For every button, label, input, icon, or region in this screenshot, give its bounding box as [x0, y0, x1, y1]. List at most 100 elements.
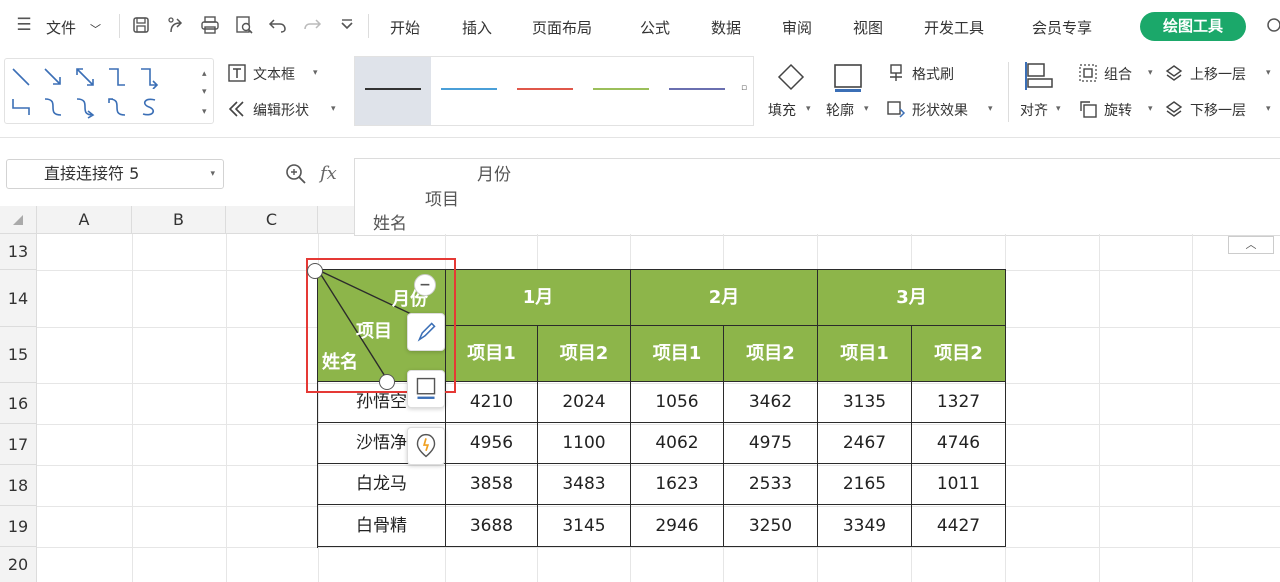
- month-header-2[interactable]: 2月: [631, 270, 818, 326]
- group-button[interactable]: 组合: [1104, 64, 1132, 84]
- value-cell[interactable]: 3250: [724, 505, 818, 547]
- elbow-double-arrow-icon[interactable]: [9, 95, 33, 119]
- redo-icon[interactable]: [302, 15, 322, 35]
- chevron-down-icon[interactable]: ▾: [1266, 104, 1271, 114]
- file-menu[interactable]: 文件: [46, 17, 76, 38]
- line-style-red[interactable]: [507, 57, 583, 125]
- chevron-down-icon[interactable]: ▾: [1148, 104, 1153, 114]
- chevron-down-icon[interactable]: ▾: [1148, 68, 1153, 78]
- textbox-icon[interactable]: [227, 63, 247, 83]
- row-header-20[interactable]: 20: [0, 547, 37, 582]
- print-preview-icon[interactable]: [234, 15, 254, 35]
- column-header-a[interactable]: A: [37, 206, 132, 234]
- value-cell[interactable]: 3858: [446, 464, 538, 505]
- hamburger-menu-icon[interactable]: ☰: [14, 15, 34, 35]
- month-header-3[interactable]: 3月: [818, 270, 1006, 326]
- value-cell[interactable]: 1011: [912, 464, 1006, 505]
- value-cell[interactable]: 3349: [818, 505, 912, 547]
- tab-member[interactable]: 会员专享: [1032, 17, 1092, 38]
- fill-icon[interactable]: [776, 62, 806, 92]
- outline-icon[interactable]: [832, 62, 864, 94]
- connector-gallery[interactable]: ▴ ▾ ▾: [4, 58, 214, 124]
- format-painter-icon[interactable]: [886, 63, 906, 83]
- name-cell[interactable]: 白龙马: [318, 464, 446, 505]
- bring-forward-icon[interactable]: [1164, 63, 1184, 83]
- connector-end-handle[interactable]: [379, 374, 395, 390]
- name-cell[interactable]: 白骨精: [318, 505, 446, 547]
- column-header-c[interactable]: C: [226, 206, 318, 234]
- row-header-15[interactable]: 15: [0, 327, 37, 383]
- chevron-down-icon[interactable]: ▾: [1056, 104, 1061, 114]
- value-cell[interactable]: 4746: [912, 423, 1006, 464]
- group-icon[interactable]: [1078, 63, 1098, 83]
- customize-toolbar-icon[interactable]: [337, 15, 357, 35]
- line-style-green[interactable]: [583, 57, 659, 125]
- outline-style-button[interactable]: [407, 370, 445, 408]
- curved-connector-icon[interactable]: [41, 95, 65, 119]
- line-style-gallery[interactable]: ▫: [354, 56, 754, 126]
- chevron-down-icon[interactable]: ﹀: [90, 21, 101, 37]
- line-style-blue[interactable]: [431, 57, 507, 125]
- search-icon[interactable]: [1262, 15, 1280, 35]
- value-cell[interactable]: 3145: [538, 505, 631, 547]
- bring-forward-button[interactable]: 上移一层: [1190, 64, 1246, 84]
- send-backward-icon[interactable]: [1164, 99, 1184, 119]
- align-button[interactable]: 对齐: [1020, 100, 1048, 120]
- save-icon[interactable]: [131, 15, 151, 35]
- row-header-14[interactable]: 14: [0, 270, 37, 327]
- value-cell[interactable]: 3483: [538, 464, 631, 505]
- tab-data[interactable]: 数据: [711, 17, 741, 38]
- share-icon[interactable]: [166, 15, 186, 35]
- edit-shape-button[interactable]: 编辑形状: [253, 100, 309, 120]
- outline-button[interactable]: 轮廓: [826, 100, 854, 120]
- fill-button[interactable]: 填充: [768, 100, 796, 120]
- chevron-down-icon[interactable]: ▾: [806, 104, 811, 114]
- sub-header[interactable]: 项目2: [912, 326, 1006, 382]
- double-arrow-connector-icon[interactable]: [73, 65, 97, 89]
- column-header-d[interactable]: [318, 206, 354, 234]
- tab-drawing-tools[interactable]: 绘图工具: [1140, 12, 1246, 41]
- tab-page-layout[interactable]: 页面布局: [532, 17, 592, 38]
- rotate-icon[interactable]: [1078, 99, 1098, 119]
- collapse-ribbon-button[interactable]: ︿: [1228, 236, 1274, 254]
- row-header-17[interactable]: 17: [0, 424, 37, 465]
- sub-header[interactable]: 项目1: [446, 326, 538, 382]
- value-cell[interactable]: 2024: [538, 382, 631, 423]
- textbox-button[interactable]: 文本框: [253, 64, 295, 84]
- rotate-button[interactable]: 旋转: [1104, 100, 1132, 120]
- chevron-down-icon[interactable]: ▾: [1266, 68, 1271, 78]
- value-cell[interactable]: 4975: [724, 423, 818, 464]
- gallery-more-icon[interactable]: ▫: [741, 83, 747, 93]
- line-style-purple[interactable]: [659, 57, 735, 125]
- value-cell[interactable]: 1623: [631, 464, 724, 505]
- value-cell[interactable]: 1056: [631, 382, 724, 423]
- worksheet-grid[interactable]: A B C 13 14 15 16 17 18 19 20 ︿ 月份 项目 姓名…: [0, 206, 1280, 582]
- undo-icon[interactable]: [268, 15, 288, 35]
- select-all-corner[interactable]: [0, 206, 37, 234]
- value-cell[interactable]: 2533: [724, 464, 818, 505]
- value-cell[interactable]: 4210: [446, 382, 538, 423]
- value-cell[interactable]: 4427: [912, 505, 1006, 547]
- chevron-down-icon[interactable]: ▾: [331, 104, 336, 114]
- tab-view[interactable]: 视图: [853, 17, 883, 38]
- chevron-down-icon[interactable]: ▾: [210, 160, 215, 188]
- tab-developer[interactable]: 开发工具: [924, 17, 984, 38]
- gallery-scroll-down-icon[interactable]: ▾: [202, 87, 207, 97]
- edit-shape-icon[interactable]: [227, 99, 247, 119]
- value-cell[interactable]: 3462: [724, 382, 818, 423]
- collapse-quickbar-icon[interactable]: −: [414, 274, 436, 296]
- chevron-down-icon[interactable]: ▾: [988, 104, 993, 114]
- tab-home[interactable]: 开始: [390, 17, 420, 38]
- elbow-arrow-connector-icon[interactable]: [137, 65, 161, 89]
- column-header-b[interactable]: B: [132, 206, 226, 234]
- tab-review[interactable]: 审阅: [782, 17, 812, 38]
- sub-header[interactable]: 项目1: [818, 326, 912, 382]
- shape-effects-icon[interactable]: [886, 99, 906, 119]
- s-curve-icon[interactable]: [137, 95, 161, 119]
- value-cell[interactable]: 3135: [818, 382, 912, 423]
- straight-connector-icon[interactable]: [9, 65, 33, 89]
- send-backward-button[interactable]: 下移一层: [1190, 100, 1246, 120]
- value-cell[interactable]: 1327: [912, 382, 1006, 423]
- value-cell[interactable]: 4956: [446, 423, 538, 464]
- row-header-13[interactable]: 13: [0, 234, 37, 270]
